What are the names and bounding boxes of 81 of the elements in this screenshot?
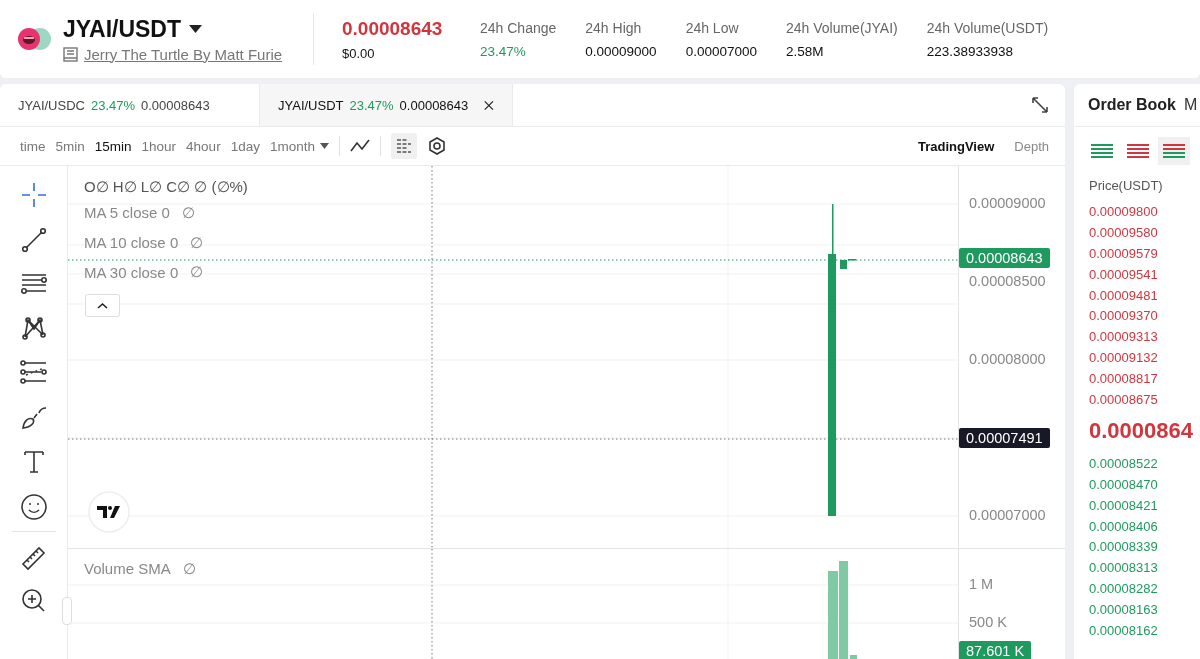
interval-tab[interactable]: 5min [55,138,85,154]
token-name-link[interactable]: Jerry The Turtle By Matt Furie [84,45,283,63]
stat-label: 24h Volume(USDT) [926,19,1049,36]
interval-tab[interactable]: 15min [94,138,132,154]
stat-label: 24h Change [480,19,557,36]
order-price[interactable]: 0.00009481 [1089,287,1158,303]
expand-icon[interactable] [1031,96,1049,114]
settings-icon[interactable] [426,136,447,156]
stat-value: 0.00007000 [685,43,757,59]
indicator-label: MA 5 close 0 [84,204,170,222]
crosshair-price-badge: 0.00007491 [959,428,1050,448]
usd-price: $0.00 [342,45,376,61]
order-price[interactable]: 0.00008282 [1089,581,1158,597]
price-axis-label: 0.00007000 [969,507,1046,523]
stat-value: 0.00009000 [585,43,657,59]
indicator-value: ∅ [190,233,204,252]
order-price[interactable]: 0.00009541 [1089,266,1158,282]
view-tab[interactable]: TradingView [917,138,995,154]
indicator-label: Volume SMA [84,560,171,578]
interval-tab[interactable]: 1day [230,138,260,154]
stat-label: 24h High [585,19,643,36]
stat-value: 23.47% [480,43,527,59]
order-price[interactable]: 0.00009132 [1089,350,1158,366]
last-volume-badge: 87.601 K [959,641,1032,659]
caret-icon[interactable] [189,25,203,33]
crosshair-icon[interactable] [19,181,48,209]
tradingview-logo-icon[interactable] [88,491,130,533]
volume-axis-label: 1 M [969,576,994,592]
order-price[interactable]: 0.00009579 [1089,245,1158,261]
order-price[interactable]: 0.00009580 [1089,224,1158,240]
order-price[interactable]: 0.00008421 [1089,497,1158,513]
order-price[interactable]: 0.00009313 [1089,329,1158,345]
panel-tab[interactable]: M [1184,96,1198,114]
line-chart-icon[interactable] [349,139,370,153]
view-tab[interactable]: Depth [1014,138,1049,154]
stat-value: 223.38933938 [926,43,1015,59]
order-price[interactable]: 0.00008522 [1089,455,1158,471]
price-axis-label: 0.00009000 [969,195,1046,211]
order-price[interactable]: 0.00008162 [1089,622,1158,638]
stat-label: 24h Volume(JYAI) [785,19,898,36]
interval-tab[interactable]: time [20,138,46,154]
indicator-label: MA 30 close 0 [84,263,179,281]
indicator-value: ∅ [182,560,196,578]
pair-tab[interactable]: JYAI/USDT 23.47% 0.00008643 [260,84,513,126]
pair-title: JYAI/USDT [63,15,182,43]
stat-label: 24h Low [685,19,740,36]
last-price: 0.00008643 [342,17,444,40]
indicator-label: MA 10 close 0 [84,234,179,252]
order-book-tab[interactable]: Order Book [1088,96,1176,114]
order-price[interactable]: 0.00008470 [1089,476,1158,492]
pattern-icon[interactable] [19,314,48,343]
parallel-lines-icon[interactable] [19,359,48,387]
order-book-view-icon[interactable] [1158,137,1190,165]
stat-value: 2.58M [785,43,825,59]
order-price[interactable]: 0.00008817 [1089,371,1158,387]
interval-tab[interactable]: 1month [269,138,329,154]
order-price[interactable]: 0.00008339 [1089,539,1158,555]
order-price[interactable]: 0.00008163 [1089,602,1158,618]
collapse-handle[interactable] [62,597,72,625]
indicator-value: ∅ [190,263,204,282]
document-icon [63,46,78,62]
order-price[interactable]: 0.00009800 [1089,203,1158,219]
order-price[interactable]: 0.00009370 [1089,308,1158,324]
trend-line-icon[interactable] [19,225,48,254]
indicator-icon[interactable] [390,133,417,159]
price-axis-label: 0.00008500 [969,273,1046,289]
order-price[interactable]: 0.00008406 [1089,518,1158,534]
price-axis-label: 0.00008000 [969,351,1046,367]
order-price[interactable]: 0.00008675 [1089,391,1158,407]
column-header: Price(USDT) [1088,177,1164,195]
close-icon[interactable] [484,98,494,112]
interval-tab[interactable]: 1hour [141,138,177,154]
caret-icon [319,143,329,149]
order-price[interactable]: 0.00008313 [1089,560,1158,576]
ohlc-legend: O∅ H∅ L∅ C∅ ∅ (∅%) [84,178,248,196]
volume-axis-label: 500 K [969,614,1007,630]
mid-price: 0.0000864 [1088,416,1194,445]
smiley-icon[interactable] [19,492,48,521]
indicator-value: ∅ [181,203,195,222]
interval-tab[interactable]: 4hour [186,138,221,154]
last-price-badge: 0.00008643 [959,248,1050,268]
